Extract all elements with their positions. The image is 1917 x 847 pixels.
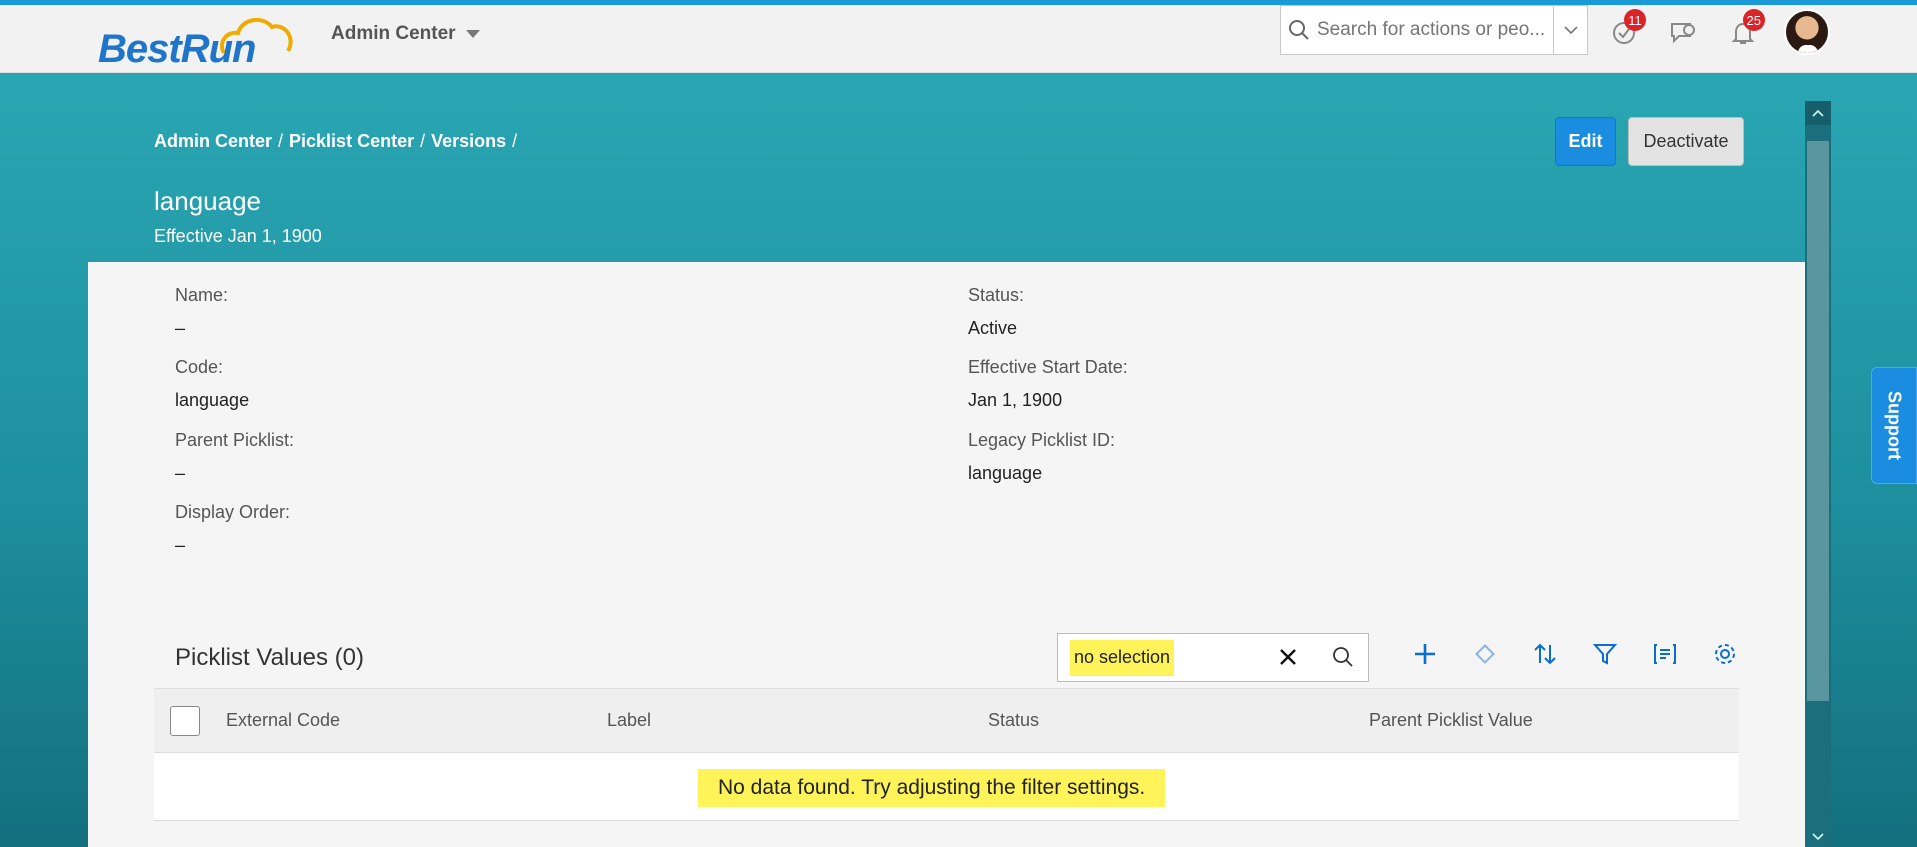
- search-icon[interactable]: [1332, 646, 1354, 673]
- chevron-down-icon: [1563, 26, 1578, 35]
- logo-text: BestRun: [98, 27, 256, 71]
- breadcrumb-picklist-center[interactable]: Picklist Center: [289, 131, 414, 151]
- filter-input-value[interactable]: no selection: [1070, 639, 1175, 676]
- eraser-icon: [1475, 644, 1495, 664]
- field-value: language: [968, 463, 1043, 483]
- group-button[interactable]: [1645, 634, 1685, 674]
- field-name: Name: –: [175, 285, 228, 339]
- chevron-up-icon: [1812, 109, 1824, 117]
- feedback-button[interactable]: [1665, 15, 1701, 51]
- field-value: –: [175, 463, 186, 483]
- shell-bar: BestRun Admin Center 11 25: [0, 5, 1917, 73]
- todo-badge: 11: [1624, 9, 1646, 31]
- picklist-values-title: Picklist Values (0): [175, 644, 364, 671]
- field-value: –: [175, 535, 186, 555]
- scroll-thumb[interactable]: [1807, 141, 1829, 701]
- chevron-down-icon: [1812, 832, 1824, 840]
- no-data-message: No data found. Try adjusting the filter …: [698, 769, 1166, 807]
- column-header-parent-picklist-value[interactable]: Parent Picklist Value: [1369, 710, 1533, 731]
- select-all-checkbox[interactable]: [170, 706, 200, 736]
- column-header-status[interactable]: Status: [988, 710, 1039, 731]
- page-scrollbar[interactable]: [1805, 101, 1831, 847]
- picklist-values-table: External Code Label Status Parent Pickli…: [154, 688, 1739, 821]
- column-header-external-code[interactable]: External Code: [226, 710, 340, 731]
- support-label: Support: [1884, 391, 1905, 460]
- field-value: Active: [968, 318, 1018, 338]
- table-header: External Code Label Status Parent Pickli…: [154, 688, 1739, 753]
- breadcrumb-admin-center[interactable]: Admin Center: [154, 131, 272, 151]
- field-display-order: Display Order: –: [175, 502, 290, 556]
- settings-button[interactable]: [1705, 634, 1745, 674]
- field-status: Status: Active: [968, 285, 1024, 339]
- filter-search-field[interactable]: no selection: [1057, 633, 1369, 682]
- search-dropdown-button[interactable]: [1553, 6, 1587, 54]
- bestrun-logo[interactable]: BestRun: [96, 13, 296, 71]
- clear-icon[interactable]: [1277, 646, 1299, 673]
- support-tab[interactable]: Support: [1871, 367, 1917, 484]
- breadcrumb-versions[interactable]: Versions: [431, 131, 506, 151]
- user-avatar[interactable]: [1784, 9, 1830, 55]
- delete-button[interactable]: [1465, 634, 1505, 674]
- scroll-up-button[interactable]: [1805, 101, 1831, 125]
- caret-down-icon: [465, 30, 480, 38]
- field-value: language: [175, 390, 250, 410]
- field-label: Display Order:: [175, 502, 291, 522]
- search-input[interactable]: [1317, 19, 1553, 41]
- notifications-button[interactable]: 25: [1725, 9, 1765, 51]
- group-list-icon: [1654, 644, 1676, 664]
- deactivate-button[interactable]: Deactivate: [1628, 117, 1744, 166]
- module-switcher[interactable]: Admin Center: [331, 23, 480, 45]
- filter-icon: [1592, 644, 1618, 665]
- field-label: Effective Start Date:: [968, 357, 1128, 377]
- field-legacy-picklist-id: Legacy Picklist ID: language: [968, 430, 1115, 484]
- todo-button[interactable]: 11: [1606, 9, 1646, 51]
- table-body: No data found. Try adjusting the filter …: [154, 753, 1739, 821]
- scroll-down-button[interactable]: [1805, 825, 1831, 847]
- content-panel: Name: – Code: language Parent Picklist: …: [88, 262, 1805, 847]
- module-label: Admin Center: [331, 23, 456, 44]
- page-title: language: [154, 186, 261, 216]
- page-subtitle: Effective Jan 1, 1900: [154, 226, 322, 246]
- breadcrumb: Admin Center / Picklist Center / Versions /: [154, 131, 518, 151]
- notifications-badge: 25: [1742, 9, 1765, 31]
- filter-button[interactable]: [1585, 634, 1625, 674]
- plus-icon: [1415, 644, 1435, 664]
- field-label: Name:: [175, 285, 229, 305]
- search-icon: [1281, 19, 1317, 41]
- field-parent-picklist: Parent Picklist: –: [175, 430, 294, 484]
- field-value: Jan 1, 1900: [968, 390, 1063, 410]
- chat-icon: [1671, 23, 1695, 44]
- edit-button[interactable]: Edit: [1555, 117, 1616, 166]
- field-effective-start-date: Effective Start Date: Jan 1, 1900: [968, 357, 1128, 411]
- sort-button[interactable]: [1525, 634, 1565, 674]
- global-search[interactable]: [1280, 5, 1588, 55]
- sort-icon: [1534, 643, 1556, 665]
- field-value: –: [175, 318, 186, 338]
- field-label: Parent Picklist:: [175, 430, 295, 450]
- field-label: Code:: [175, 357, 224, 377]
- column-header-label[interactable]: Label: [607, 710, 651, 731]
- field-label: Status:: [968, 285, 1025, 305]
- gear-icon: [1715, 644, 1735, 664]
- add-button[interactable]: [1405, 634, 1445, 674]
- field-label: Legacy Picklist ID:: [968, 430, 1116, 450]
- field-code: Code: language: [175, 357, 249, 411]
